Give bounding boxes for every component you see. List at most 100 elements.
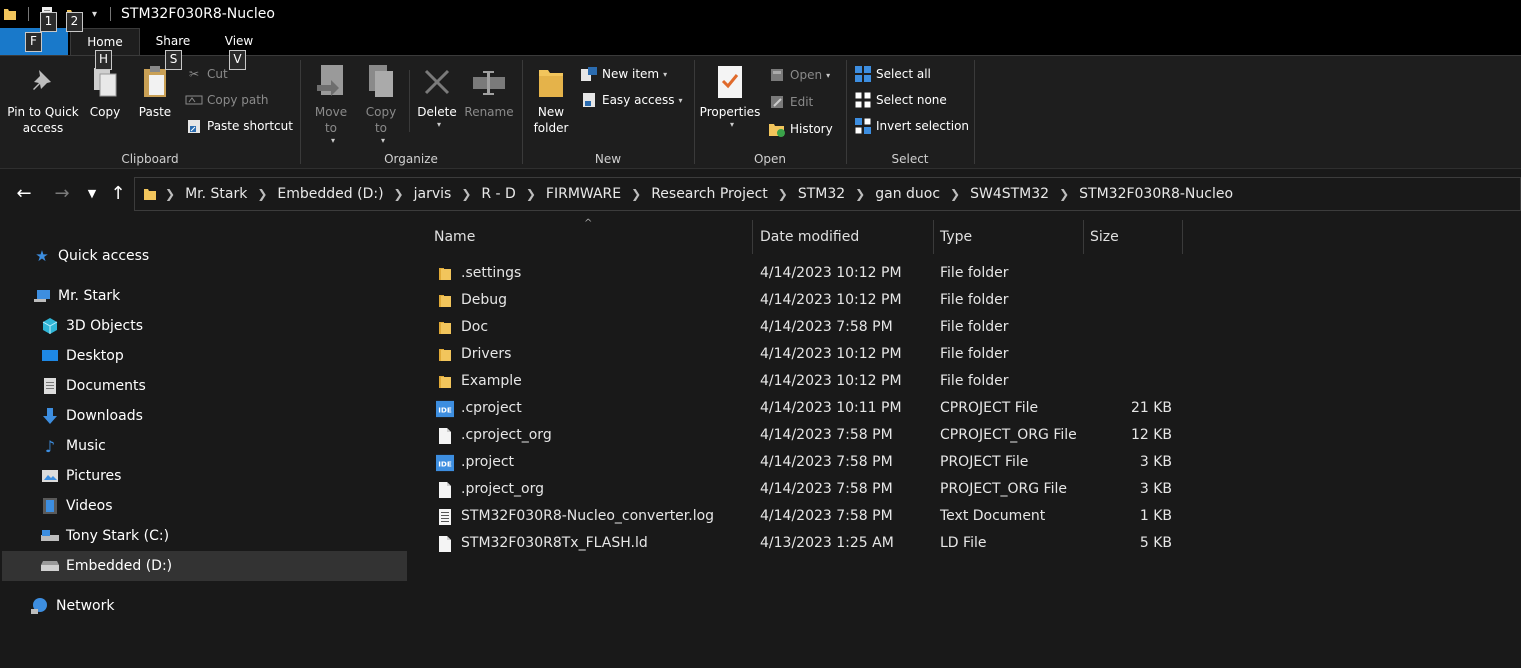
- blank-file-icon: [436, 480, 454, 500]
- file-size: [1082, 260, 1172, 287]
- back-arrow-icon[interactable]: ←: [12, 183, 36, 204]
- file-date-modified: 4/14/2023 10:11 PM: [760, 400, 902, 416]
- chevron-right-icon[interactable]: ❯: [253, 187, 271, 201]
- copy-to-button[interactable]: Copy to ▾: [359, 60, 403, 145]
- window-title: STM32F030R8-Nucleo: [121, 6, 275, 22]
- nav-this-pc[interactable]: Mr. Stark: [32, 281, 120, 311]
- file-name: Example: [461, 373, 522, 389]
- address-bar[interactable]: ❯ Mr. Stark ❯ Embedded (D:) ❯ jarvis ❯ R…: [134, 177, 1521, 211]
- edit-button[interactable]: Edit: [767, 91, 813, 113]
- rename-button[interactable]: Rename: [463, 60, 515, 120]
- nav-music[interactable]: ♪ Music: [40, 431, 106, 461]
- nav-network[interactable]: Network: [30, 591, 114, 621]
- nav-videos[interactable]: Videos: [40, 491, 113, 521]
- column-header-type[interactable]: Type: [934, 220, 1084, 254]
- divider: [28, 7, 29, 21]
- properties-button[interactable]: Properties ▾: [697, 60, 763, 129]
- table-row[interactable]: Drivers 4/14/2023 10:12 PM File folder: [430, 341, 1510, 368]
- file-size: 21 KB: [1130, 400, 1172, 416]
- up-arrow-icon[interactable]: ↑: [106, 183, 130, 204]
- breadcrumb-item[interactable]: jarvis: [408, 186, 458, 202]
- picture-icon: [40, 466, 60, 486]
- breadcrumb-item[interactable]: Mr. Stark: [179, 186, 253, 202]
- delete-button[interactable]: Delete ▾: [415, 60, 459, 129]
- chevron-right-icon[interactable]: ❯: [457, 187, 475, 201]
- folder-icon: [143, 186, 157, 202]
- table-row[interactable]: .settings 4/14/2023 10:12 PM File folder: [430, 260, 1510, 287]
- file-type: CPROJECT File: [940, 400, 1039, 416]
- nav-desktop[interactable]: Desktop: [40, 341, 124, 371]
- nav-pictures[interactable]: Pictures: [40, 461, 121, 491]
- breadcrumb-item[interactable]: Embedded (D:): [271, 186, 389, 202]
- select-all-button[interactable]: Select all: [853, 63, 931, 85]
- easy-access-button[interactable]: Easy access ▾: [579, 89, 683, 111]
- nav-downloads[interactable]: Downloads: [40, 401, 143, 431]
- table-row[interactable]: Doc 4/14/2023 7:58 PM File folder: [430, 314, 1510, 341]
- network-globe-icon: [30, 596, 50, 616]
- nav-drive-d[interactable]: Embedded (D:): [2, 551, 407, 581]
- copy-path-button[interactable]: Copy path: [184, 89, 269, 111]
- column-header-date[interactable]: Date modified: [754, 220, 934, 254]
- breadcrumb-item[interactable]: gan duoc: [869, 186, 946, 202]
- chevron-right-icon[interactable]: ❯: [390, 187, 408, 201]
- nav-documents[interactable]: Documents: [40, 371, 146, 401]
- pin-to-quick-access-button[interactable]: Pin to Quick access: [4, 60, 82, 136]
- chevron-right-icon[interactable]: ❯: [1055, 187, 1073, 201]
- chevron-right-icon[interactable]: ❯: [522, 187, 540, 201]
- desktop-icon: [40, 346, 60, 366]
- move-to-button[interactable]: Move to ▾: [309, 60, 353, 145]
- navigation-bar: ← → ▼ ↑ ❯ Mr. Stark ❯ Embedded (D:) ❯ ja…: [0, 170, 1521, 216]
- chevron-down-icon: ▾: [380, 136, 385, 145]
- nav-drive-c[interactable]: Tony Stark (C:): [40, 521, 169, 551]
- blank-file-icon: [436, 534, 454, 554]
- edit-icon: [767, 93, 787, 111]
- easy-access-icon: [579, 91, 599, 109]
- breadcrumb-item[interactable]: FIRMWARE: [540, 186, 627, 202]
- select-none-button[interactable]: Select none: [853, 89, 947, 111]
- scissors-icon: ✂: [188, 67, 200, 81]
- chevron-right-icon[interactable]: ❯: [774, 187, 792, 201]
- nav-3d-objects[interactable]: 3D Objects: [40, 311, 143, 341]
- table-row[interactable]: .project_org 4/14/2023 7:58 PM PROJECT_ORG…: [430, 476, 1510, 503]
- blank-file-icon: [436, 426, 454, 446]
- file-name: .cproject_org: [461, 427, 552, 443]
- forward-arrow-icon[interactable]: →: [50, 183, 74, 204]
- table-row[interactable]: Debug 4/14/2023 10:12 PM File folder: [430, 287, 1510, 314]
- customize-qat-chevron-icon[interactable]: ▾: [92, 0, 97, 28]
- column-headers: ^ Name Date modified Type Size: [410, 218, 1210, 254]
- chevron-right-icon[interactable]: ❯: [161, 187, 179, 201]
- new-item-button[interactable]: New item ▾: [579, 63, 667, 85]
- system-drive-icon: [40, 526, 60, 546]
- breadcrumb-item[interactable]: STM32: [792, 186, 851, 202]
- file-name: .cproject: [461, 400, 522, 416]
- keytip-share: S: [165, 50, 182, 70]
- table-row[interactable]: IDE .project 4/14/2023 7:58 PM PROJECT File…: [430, 449, 1510, 476]
- column-header-size[interactable]: Size: [1084, 220, 1183, 254]
- ribbon: Pin to Quick access Copy Paste ✂ Cut Cop…: [0, 55, 1521, 169]
- breadcrumb-item[interactable]: SW4STM32: [964, 186, 1055, 202]
- open-button[interactable]: Open ▾: [767, 64, 830, 86]
- file-name: .settings: [461, 265, 522, 281]
- recent-locations-chevron-icon[interactable]: ▼: [80, 187, 104, 200]
- file-list: ^ Name Date modified Type Size .settings…: [410, 216, 1521, 668]
- paste-shortcut-button[interactable]: Paste shortcut: [184, 115, 293, 137]
- history-button[interactable]: History: [767, 118, 833, 140]
- nav-quick-access[interactable]: ★ Quick access: [32, 241, 149, 271]
- breadcrumb-item[interactable]: R - D: [475, 186, 521, 202]
- chevron-right-icon[interactable]: ❯: [851, 187, 869, 201]
- select-group-label: Select: [891, 152, 929, 166]
- table-row[interactable]: .cproject_org 4/14/2023 7:58 PM CPROJECT_O…: [430, 422, 1510, 449]
- table-row[interactable]: STM32F030R8Tx_FLASH.ld 4/13/2023 1:25 AM L…: [430, 530, 1510, 557]
- table-row[interactable]: Example 4/14/2023 10:12 PM File folder: [430, 368, 1510, 395]
- new-folder-button[interactable]: New folder: [529, 60, 573, 136]
- file-date-modified: 4/14/2023 7:58 PM: [760, 454, 893, 470]
- column-header-name[interactable]: Name: [428, 220, 753, 254]
- table-row[interactable]: STM32F030R8-Nucleo_converter.log 4/14/202…: [430, 503, 1510, 530]
- breadcrumb-item[interactable]: STM32F030R8-Nucleo: [1073, 186, 1239, 202]
- chevron-right-icon[interactable]: ❯: [946, 187, 964, 201]
- cut-button[interactable]: ✂ Cut: [184, 63, 228, 85]
- chevron-right-icon[interactable]: ❯: [627, 187, 645, 201]
- invert-selection-button[interactable]: Invert selection: [853, 115, 969, 137]
- table-row[interactable]: IDE .cproject 4/14/2023 10:11 PM CPROJECT F…: [430, 395, 1510, 422]
- breadcrumb-item[interactable]: Research Project: [645, 186, 774, 202]
